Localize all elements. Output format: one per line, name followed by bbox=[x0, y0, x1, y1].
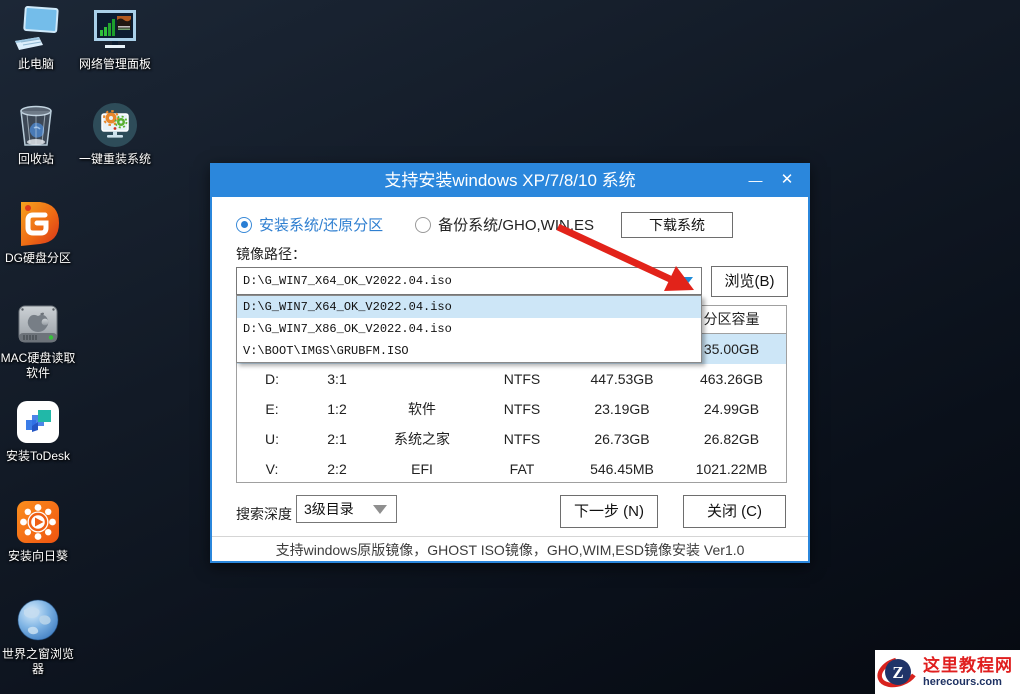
desktop-icon-diskgenius[interactable]: DG硬盘分区 bbox=[0, 200, 76, 266]
dropdown-item[interactable]: V:\BOOT\IMGS\GRUBFM.ISO bbox=[237, 340, 701, 362]
diskgenius-icon bbox=[14, 200, 62, 248]
desktop-icon-this-pc[interactable]: 此电脑 bbox=[0, 6, 72, 72]
dropdown-item[interactable]: D:\G_WIN7_X64_OK_V2022.04.iso bbox=[237, 296, 701, 318]
select-dropdown-arrow-icon bbox=[373, 505, 387, 514]
icon-label: DG硬盘分区 bbox=[5, 251, 71, 266]
search-depth-label: 搜索深度 bbox=[236, 504, 292, 524]
cell: 24.99GB bbox=[677, 394, 786, 424]
dropdown-item[interactable]: D:\G_WIN7_X86_OK_V2022.04.iso bbox=[237, 318, 701, 340]
cell: 2:1 bbox=[307, 424, 367, 454]
watermark-site-url: herecours.com bbox=[923, 677, 1013, 688]
cell: 系统之家 bbox=[367, 424, 477, 454]
icon-label: 世界之窗浏览器 bbox=[0, 647, 76, 677]
cell: 26.73GB bbox=[567, 424, 677, 454]
radio-install-label: 安装系统/还原分区 bbox=[259, 214, 383, 235]
cell: U: bbox=[237, 424, 307, 454]
cell: V: bbox=[237, 454, 307, 484]
table-row[interactable]: D: 3:1 NTFS 447.53GB 463.26GB bbox=[237, 364, 786, 394]
combobox-dropdown-arrow-icon[interactable] bbox=[679, 277, 693, 286]
cell: 3:1 bbox=[307, 364, 367, 394]
icon-label: 安装向日葵 bbox=[8, 549, 68, 564]
desktop-icon-network-panel[interactable]: 网络管理面板 bbox=[67, 6, 163, 72]
dialog-status-bar: 支持windows原版镜像，GHOST ISO镜像，GHO,WIM,ESD镜像安… bbox=[212, 539, 808, 561]
this-pc-icon bbox=[12, 6, 60, 54]
table-row[interactable]: U: 2:1 系统之家 NTFS 26.73GB 26.82GB bbox=[237, 424, 786, 454]
search-depth-value: 3级目录 bbox=[304, 496, 354, 522]
cell: E: bbox=[237, 394, 307, 424]
desktop-icon-todesk[interactable]: 安装ToDesk bbox=[0, 398, 76, 464]
radio-unselected-icon bbox=[415, 217, 431, 233]
mode-radio-group: 安装系统/还原分区 备份系统/GHO,WIN,ES bbox=[236, 214, 594, 235]
icon-label: 网络管理面板 bbox=[79, 57, 151, 72]
cell: FAT bbox=[477, 454, 567, 484]
svg-text:Z: Z bbox=[892, 663, 903, 682]
radio-backup-label: 备份系统/GHO,WIN,ES bbox=[438, 214, 594, 235]
cell: 26.82GB bbox=[677, 424, 786, 454]
icon-label: 此电脑 bbox=[18, 57, 54, 72]
table-row[interactable]: V: 2:2 EFI FAT 546.45MB 1021.22MB bbox=[237, 454, 786, 484]
desktop-icon-recycle-bin[interactable]: 回收站 bbox=[0, 101, 72, 167]
theworld-browser-icon bbox=[14, 596, 62, 644]
icon-label: MAC硬盘读取软件 bbox=[0, 351, 76, 381]
mac-disk-icon bbox=[14, 300, 62, 348]
cell: 2:2 bbox=[307, 454, 367, 484]
image-path-label: 镜像路径： bbox=[236, 244, 306, 264]
dialog-titlebar[interactable]: 支持安装windows XP/7/8/10 系统 — ✕ bbox=[212, 165, 808, 197]
recycle-bin-icon bbox=[12, 101, 60, 149]
cell: 1:2 bbox=[307, 394, 367, 424]
watermark-site-name: 这里教程网 bbox=[923, 657, 1013, 674]
table-row[interactable]: E: 1:2 软件 NTFS 23.19GB 24.99GB bbox=[237, 394, 786, 424]
reinstall-system-icon bbox=[91, 101, 139, 149]
cell: 软件 bbox=[367, 394, 477, 424]
radio-install-system[interactable]: 安装系统/还原分区 bbox=[236, 214, 383, 235]
statusbar-divider bbox=[212, 536, 808, 537]
minimize-button[interactable]: — bbox=[740, 165, 770, 197]
desktop-icon-sunflower[interactable]: 安装向日葵 bbox=[0, 498, 76, 564]
cell: D: bbox=[237, 364, 307, 394]
cell: NTFS bbox=[477, 424, 567, 454]
image-path-dropdown-list: D:\G_WIN7_X64_OK_V2022.04.iso D:\G_WIN7_… bbox=[236, 295, 702, 363]
desktop-icon-theworld-browser[interactable]: 世界之窗浏览器 bbox=[0, 596, 76, 677]
desktop-icon-reinstall-system[interactable]: 一键重装系统 bbox=[67, 101, 163, 167]
close-window-button[interactable]: ✕ bbox=[772, 165, 802, 197]
site-logo-icon: Z bbox=[877, 651, 919, 693]
cell: 463.26GB bbox=[677, 364, 786, 394]
network-panel-icon bbox=[91, 6, 139, 54]
cell: NTFS bbox=[477, 364, 567, 394]
icon-label: 安装ToDesk bbox=[6, 449, 70, 464]
browse-button[interactable]: 浏览(B) bbox=[711, 266, 788, 297]
download-system-button[interactable]: 下载系统 bbox=[621, 212, 733, 238]
cell: 23.19GB bbox=[567, 394, 677, 424]
icon-label: 回收站 bbox=[18, 152, 54, 167]
cell bbox=[367, 364, 477, 394]
todesk-icon bbox=[14, 398, 62, 446]
close-button[interactable]: 关闭 (C) bbox=[683, 495, 786, 528]
search-depth-select[interactable]: 3级目录 bbox=[296, 495, 397, 523]
cell: EFI bbox=[367, 454, 477, 484]
radio-backup-system[interactable]: 备份系统/GHO,WIN,ES bbox=[415, 214, 594, 235]
radio-selected-icon bbox=[236, 217, 252, 233]
image-path-combobox[interactable]: D:\G_WIN7_X64_OK_V2022.04.iso bbox=[236, 267, 702, 295]
desktop-icon-mac-disk[interactable]: MAC硬盘读取软件 bbox=[0, 300, 76, 381]
cell: 447.53GB bbox=[567, 364, 677, 394]
installer-dialog: 支持安装windows XP/7/8/10 系统 — ✕ 安装系统/还原分区 备… bbox=[210, 163, 810, 563]
image-path-value: D:\G_WIN7_X64_OK_V2022.04.iso bbox=[243, 268, 452, 294]
cell: 1021.22MB bbox=[677, 454, 786, 484]
dialog-title: 支持安装windows XP/7/8/10 系统 bbox=[212, 165, 808, 197]
icon-label: 一键重装系统 bbox=[79, 152, 151, 167]
cell: 546.45MB bbox=[567, 454, 677, 484]
cell: NTFS bbox=[477, 394, 567, 424]
next-step-button[interactable]: 下一步 (N) bbox=[560, 495, 658, 528]
sunflower-icon bbox=[14, 498, 62, 546]
tutorial-site-watermark: Z 这里教程网 herecours.com bbox=[875, 650, 1020, 694]
